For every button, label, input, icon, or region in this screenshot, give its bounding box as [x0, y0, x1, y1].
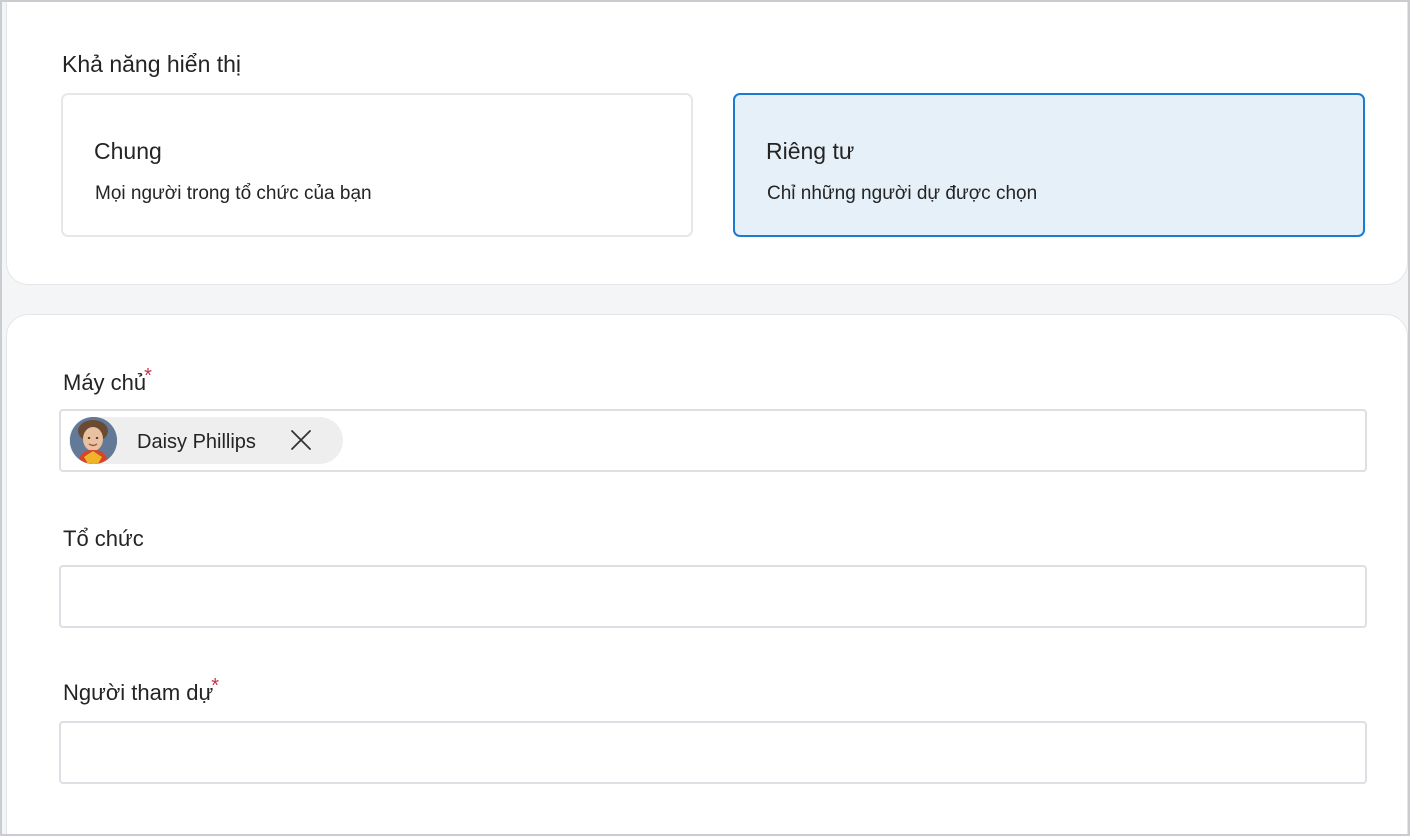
- person-chip[interactable]: Daisy Phillips: [69, 417, 343, 464]
- visibility-card: Khả năng hiển thị Chung Mọi người trong …: [6, 2, 1408, 285]
- person-chip-name: Daisy Phillips: [137, 431, 256, 453]
- visibility-option-public[interactable]: Chung Mọi người trong tổ chức của bạn: [61, 93, 693, 237]
- option-description: Chỉ những người dự được chọn: [767, 183, 1038, 204]
- visibility-title: Khả năng hiển thị: [62, 51, 242, 77]
- close-icon[interactable]: [289, 428, 313, 452]
- required-marker: *: [144, 365, 152, 387]
- person-avatar-icon: [70, 417, 117, 464]
- required-marker: *: [211, 675, 220, 697]
- option-description: Mọi người trong tổ chức của bạn: [95, 183, 372, 204]
- option-title: Riêng tư: [766, 138, 855, 164]
- organization-field[interactable]: [59, 565, 1367, 628]
- organization-label: Tổ chức: [63, 526, 144, 551]
- attendees-label-text: Người tham dự: [63, 680, 214, 705]
- visibility-option-private[interactable]: Riêng tư Chỉ những người dự được chọn: [733, 93, 1365, 237]
- host-field[interactable]: Daisy Phillips: [59, 409, 1367, 472]
- host-label: Máy chủ*: [63, 365, 154, 398]
- app-frame: Khả năng hiển thị Chung Mọi người trong …: [2, 2, 1408, 834]
- host-label-text: Máy chủ: [63, 370, 147, 395]
- attendees-field[interactable]: [59, 721, 1367, 784]
- attendees-label: Người tham dự*: [63, 675, 221, 708]
- details-card: Máy chủ* Daisy Phillips Tổ chức Người th…: [6, 314, 1408, 834]
- option-title: Chung: [94, 138, 162, 164]
